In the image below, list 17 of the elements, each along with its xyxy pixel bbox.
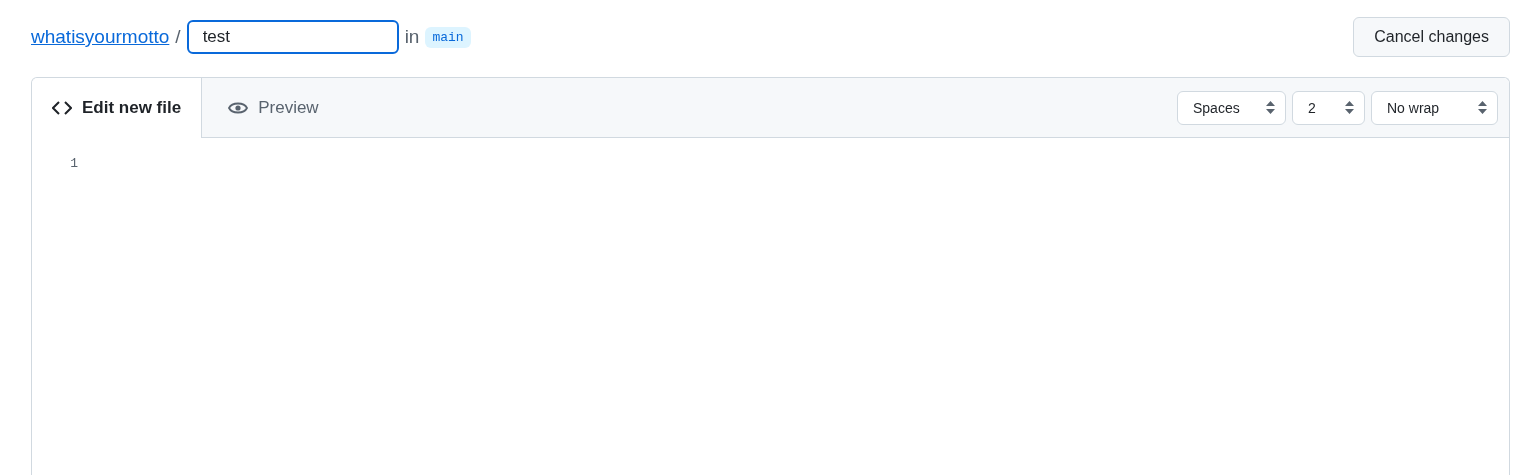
- repository-link[interactable]: whatisyourmotto: [31, 26, 170, 48]
- option-select[interactable]: Spaces: [1177, 90, 1286, 125]
- in-label: in: [404, 26, 420, 48]
- editor-tab[interactable]: Preview: [202, 78, 339, 137]
- sort-caret-icon: [1266, 101, 1275, 114]
- branch-label: main: [425, 26, 471, 48]
- cancel-changes-button[interactable]: Cancel changes: [1353, 17, 1510, 57]
- line-number: 1: [69, 156, 78, 171]
- eye-icon: [228, 100, 249, 115]
- code-icon: [52, 101, 72, 115]
- editor-tab[interactable]: Edit new file: [32, 78, 203, 138]
- filename-input[interactable]: test: [186, 20, 399, 54]
- sort-caret-icon: [1478, 101, 1487, 114]
- path-separator: /: [175, 26, 181, 48]
- option-select[interactable]: 2: [1292, 90, 1365, 125]
- sort-caret-icon: [1345, 101, 1354, 114]
- option-select[interactable]: No wrap: [1371, 90, 1498, 125]
